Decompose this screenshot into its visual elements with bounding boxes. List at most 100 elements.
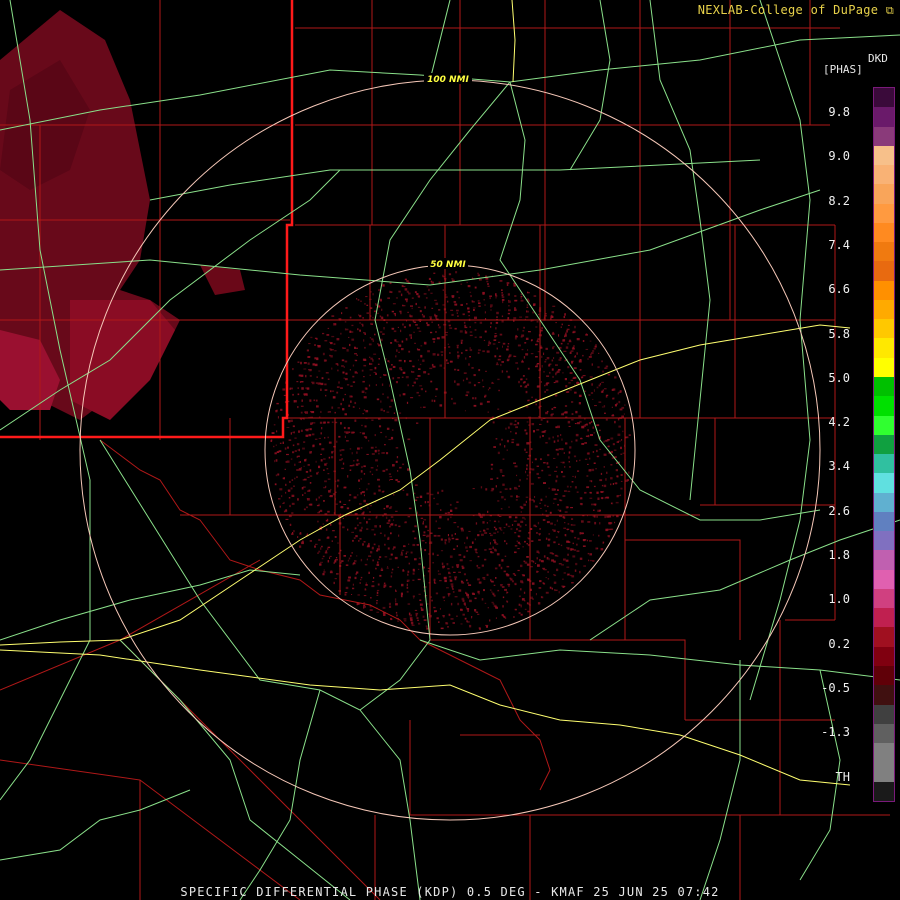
clutter-speck xyxy=(492,343,496,345)
clutter-speck xyxy=(347,475,349,478)
clutter-speck xyxy=(353,460,355,462)
clutter-speck xyxy=(523,591,526,594)
clutter-speck xyxy=(596,515,598,518)
clutter-speck xyxy=(392,365,396,368)
clutter-speck xyxy=(464,410,466,412)
clutter-speck xyxy=(564,466,566,468)
clutter-speck xyxy=(560,434,562,436)
clutter-speck xyxy=(410,551,413,554)
clutter-speck xyxy=(394,598,397,601)
clutter-speck xyxy=(620,494,622,496)
legend-swatch xyxy=(874,588,894,609)
clutter-speck xyxy=(359,503,362,505)
clutter-speck xyxy=(464,542,466,544)
clutter-speck xyxy=(540,381,542,383)
clutter-speck xyxy=(571,481,574,483)
clutter-speck xyxy=(566,566,570,568)
clutter-speck xyxy=(474,609,477,612)
clutter-speck xyxy=(449,352,451,354)
legend-tick-label: 0.2 xyxy=(828,636,850,651)
clutter-speck xyxy=(513,520,517,522)
clutter-speck xyxy=(548,533,550,535)
clutter-speck xyxy=(519,316,522,318)
clutter-speck xyxy=(491,487,495,491)
clutter-speck xyxy=(469,599,472,603)
clutter-speck xyxy=(378,418,381,420)
clutter-speck xyxy=(497,531,499,533)
clutter-speck xyxy=(400,293,403,297)
clutter-speck xyxy=(517,569,520,572)
clutter-speck xyxy=(583,565,586,567)
clutter-speck xyxy=(486,350,490,353)
clutter-speck xyxy=(474,321,477,324)
clutter-speck xyxy=(493,594,496,597)
clutter-speck xyxy=(603,466,605,468)
clutter-speck xyxy=(371,529,375,531)
clutter-speck xyxy=(504,498,506,501)
clutter-speck xyxy=(395,590,397,592)
clutter-speck xyxy=(379,525,381,527)
clutter-speck xyxy=(363,409,366,411)
legend-swatch xyxy=(874,357,894,377)
clutter-speck xyxy=(291,512,294,514)
clutter-speck xyxy=(456,291,459,293)
clutter-speck xyxy=(321,427,323,430)
clutter-speck xyxy=(593,515,596,518)
clutter-speck xyxy=(409,314,411,317)
clutter-speck xyxy=(559,357,562,359)
clutter-speck xyxy=(592,350,595,352)
clutter-speck xyxy=(383,374,387,376)
clutter-speck xyxy=(501,586,505,588)
clutter-speck xyxy=(352,464,355,467)
radar-map[interactable]: 100 NMI 50 NMI xyxy=(0,0,900,900)
clutter-speck xyxy=(548,487,550,489)
clutter-speck xyxy=(497,500,500,502)
clutter-speck xyxy=(568,451,571,454)
clutter-speck xyxy=(534,398,538,401)
clutter-speck xyxy=(568,456,570,459)
clutter-speck xyxy=(558,334,560,337)
clutter-speck xyxy=(576,352,578,355)
clutter-speck xyxy=(539,435,541,439)
clutter-speck xyxy=(571,401,574,403)
clutter-speck xyxy=(525,470,527,474)
clutter-speck xyxy=(506,282,510,284)
clutter-speck xyxy=(479,336,482,339)
clutter-speck xyxy=(394,419,398,422)
clutter-speck xyxy=(426,324,430,327)
clutter-speck xyxy=(319,563,322,566)
clutter-speck xyxy=(478,369,481,372)
clutter-speck xyxy=(493,446,496,448)
clutter-speck xyxy=(444,541,446,543)
clutter-speck xyxy=(571,360,574,362)
clutter-speck xyxy=(526,474,529,477)
clutter-speck xyxy=(465,357,467,360)
clutter-speck xyxy=(531,499,534,501)
legend-tick-label: 3.4 xyxy=(828,459,850,474)
clutter-speck xyxy=(486,522,488,524)
legend-swatch xyxy=(874,550,894,570)
clutter-speck xyxy=(382,333,385,335)
clutter-speck xyxy=(291,479,294,481)
clutter-speck xyxy=(531,461,533,464)
clutter-speck xyxy=(523,560,526,563)
clutter-speck xyxy=(405,552,407,555)
credit-text[interactable]: NEXLAB-College of DuPage ⧉ xyxy=(698,3,894,18)
clutter-speck xyxy=(569,388,572,391)
clutter-speck xyxy=(430,380,433,383)
clutter-speck xyxy=(478,581,482,584)
clutter-speck xyxy=(590,553,592,555)
clutter-speck xyxy=(566,540,569,543)
clutter-speck xyxy=(311,433,315,436)
legend-swatch xyxy=(874,145,894,166)
clutter-speck xyxy=(402,285,406,288)
clutter-speck xyxy=(388,519,391,522)
clutter-speck xyxy=(385,435,387,438)
clutter-speck xyxy=(364,425,367,428)
clutter-speck xyxy=(576,338,580,341)
clutter-speck xyxy=(376,563,380,566)
clutter-speck xyxy=(300,467,302,469)
clutter-speck xyxy=(334,350,337,352)
clutter-speck xyxy=(440,550,444,552)
clutter-speck xyxy=(526,304,529,306)
